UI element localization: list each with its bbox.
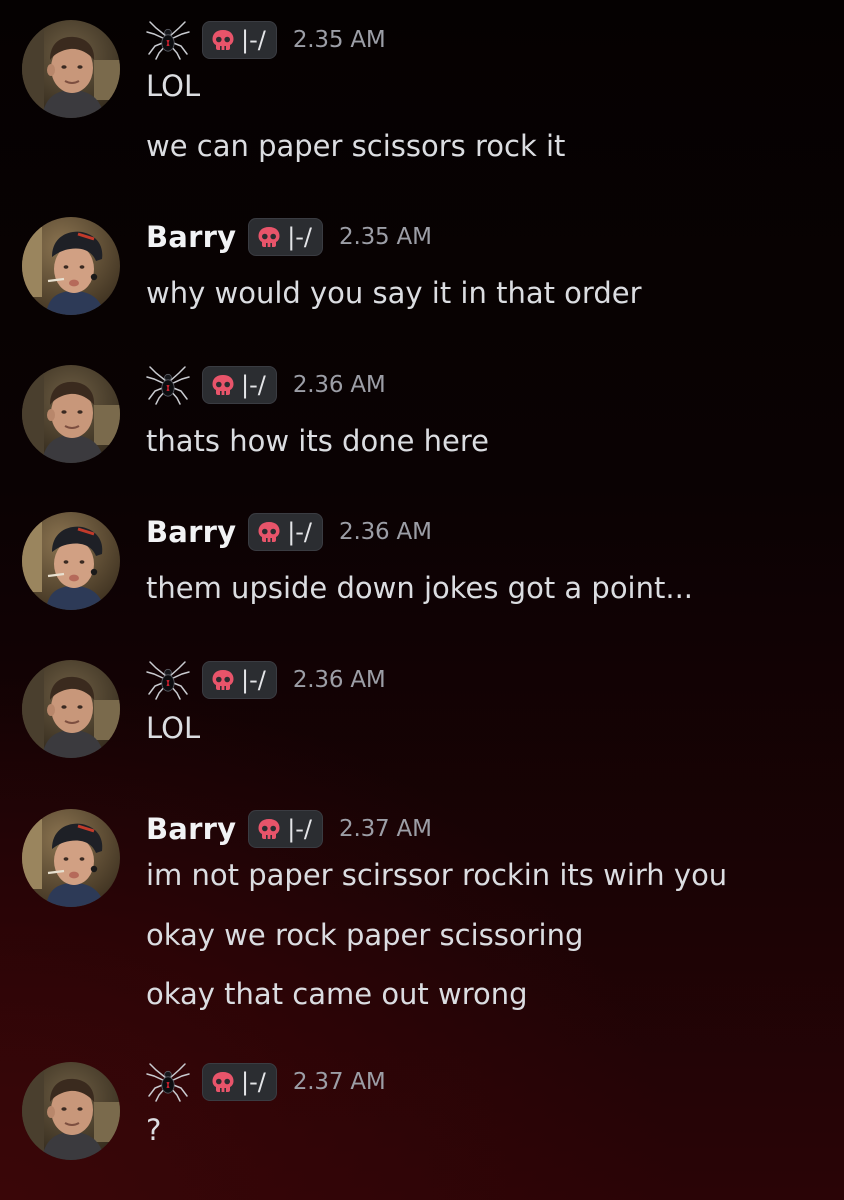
skull-icon	[257, 521, 281, 543]
chat-message-list: |-/ 2.35 AM LOL we can paper scissors rock …	[0, 0, 844, 1200]
skull-icon	[211, 1071, 235, 1093]
message-text[interactable]: thats how its done here	[146, 423, 489, 459]
avatar[interactable]	[22, 1062, 120, 1160]
skull-icon	[211, 29, 235, 51]
username[interactable]: Barry	[146, 515, 236, 549]
message-text[interactable]: them upside down jokes got a point...	[146, 570, 693, 606]
server-tag-badge[interactable]: |-/	[202, 21, 277, 59]
server-tag-badge[interactable]: |-/	[248, 513, 324, 551]
username[interactable]: Barry	[146, 220, 236, 254]
server-tag-badge[interactable]: |-/	[202, 661, 277, 699]
server-tag-label: |-/	[241, 666, 266, 694]
message-timestamp: 2.36 AM	[292, 667, 386, 693]
server-tag-badge[interactable]: |-/	[248, 810, 324, 848]
message-text[interactable]: why would you say it in that order	[146, 275, 642, 311]
message-timestamp: 2.35 AM	[339, 224, 432, 250]
server-tag-label: |-/	[287, 223, 313, 251]
message-header: Barry |-/ 2.36 AM	[146, 512, 432, 552]
message-text[interactable]: im not paper scirssor rockin its wirh yo…	[146, 857, 727, 893]
server-tag-label: |-/	[287, 815, 313, 843]
server-tag-badge[interactable]: |-/	[248, 218, 324, 256]
message-header: |-/ 2.36 AM	[146, 365, 386, 405]
message-header: Barry |-/ 2.37 AM	[146, 809, 432, 849]
message-text[interactable]: ?	[146, 1112, 161, 1148]
spider-icon[interactable]	[146, 365, 190, 405]
spider-icon[interactable]	[146, 1062, 190, 1102]
message-header: |-/ 2.36 AM	[146, 660, 386, 700]
message-header: |-/ 2.37 AM	[146, 1062, 386, 1102]
server-tag-badge[interactable]: |-/	[202, 366, 277, 404]
skull-icon	[257, 226, 281, 248]
avatar[interactable]	[22, 20, 120, 118]
message-header: |-/ 2.35 AM	[146, 20, 386, 60]
server-tag-badge[interactable]: |-/	[202, 1063, 277, 1101]
skull-icon	[211, 374, 235, 396]
skull-icon	[211, 669, 235, 691]
server-tag-label: |-/	[241, 371, 266, 399]
skull-icon	[257, 818, 281, 840]
message-text[interactable]: LOL	[146, 68, 200, 104]
spider-icon[interactable]	[146, 660, 190, 700]
message-timestamp: 2.36 AM	[292, 372, 386, 398]
message-text[interactable]: LOL	[146, 710, 200, 746]
username[interactable]: Barry	[146, 812, 236, 846]
server-tag-label: |-/	[287, 518, 313, 546]
spider-icon[interactable]	[146, 20, 190, 60]
message-header: Barry |-/ 2.35 AM	[146, 217, 432, 257]
avatar[interactable]	[22, 512, 120, 610]
message-timestamp: 2.36 AM	[339, 519, 432, 545]
avatar[interactable]	[22, 365, 120, 463]
server-tag-label: |-/	[241, 1068, 266, 1096]
message-text[interactable]: okay we rock paper scissoring	[146, 917, 583, 953]
message-text[interactable]: we can paper scissors rock it	[146, 128, 565, 164]
message-timestamp: 2.37 AM	[292, 1069, 386, 1095]
avatar[interactable]	[22, 809, 120, 907]
avatar[interactable]	[22, 660, 120, 758]
avatar[interactable]	[22, 217, 120, 315]
server-tag-label: |-/	[241, 26, 266, 54]
message-text[interactable]: okay that came out wrong	[146, 976, 528, 1012]
message-timestamp: 2.35 AM	[292, 27, 386, 53]
message-timestamp: 2.37 AM	[339, 816, 432, 842]
